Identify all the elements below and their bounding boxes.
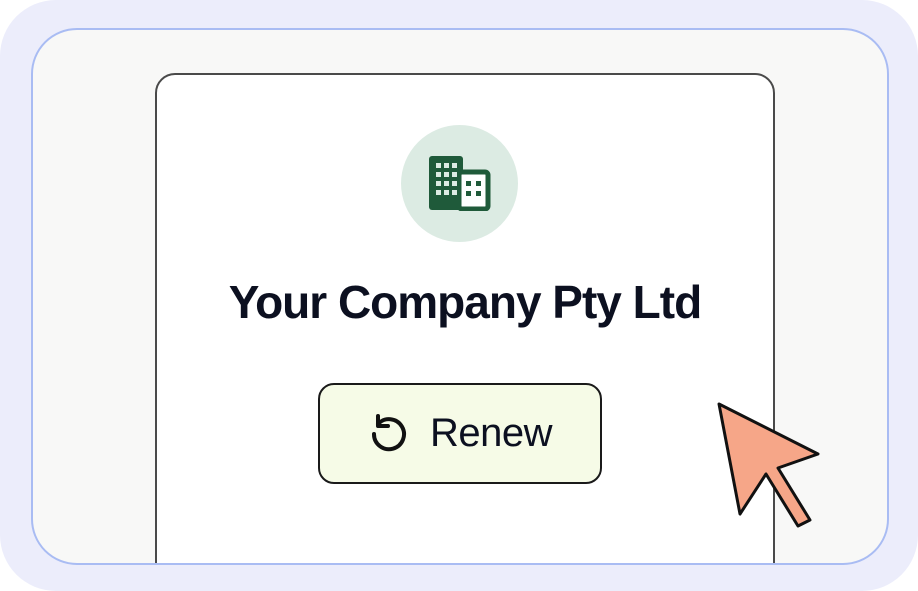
company-name: Your Company Pty Ltd [228, 276, 702, 328]
company-avatar [401, 125, 518, 242]
renew-button[interactable]: Renew [318, 383, 602, 484]
company-card: Your Company Pty Ltd Renew [155, 73, 775, 563]
mouse-pointer-icon [717, 402, 820, 528]
building-icon [429, 156, 491, 211]
renew-label: Renew [429, 411, 553, 455]
outer-frame: Your Company Pty Ltd Renew [0, 0, 918, 591]
rotate-ccw-icon [371, 413, 406, 451]
